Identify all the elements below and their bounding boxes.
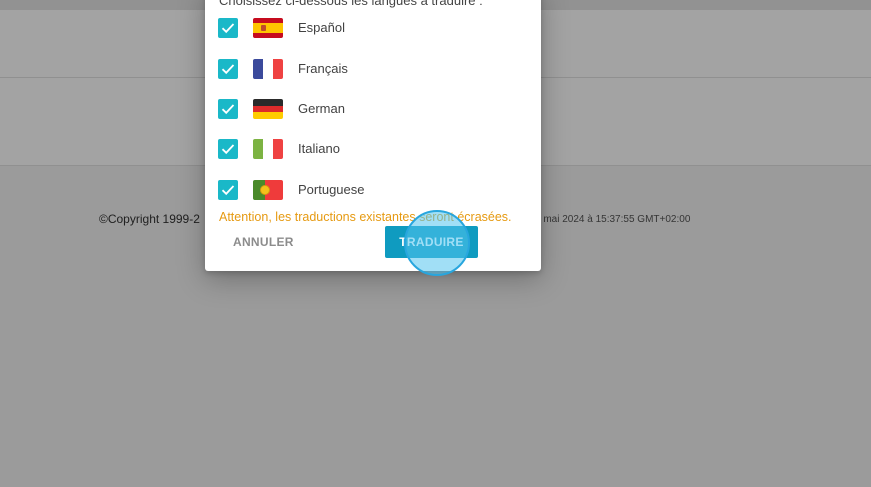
checkmark-icon — [221, 23, 235, 34]
language-row-german[interactable]: German — [218, 97, 518, 119]
translate-dialog: Choisissez ci-dessous les langues à trad… — [205, 0, 541, 271]
flag-italy-icon — [253, 139, 283, 159]
language-label-italian: Italiano — [298, 141, 340, 156]
dialog-intro-text: Choisissez ci-dessous les langues à trad… — [219, 0, 483, 8]
language-row-french[interactable]: Français — [218, 57, 518, 79]
overwrite-warning: Attention, les traductions existantes se… — [219, 210, 512, 224]
checkmark-icon — [221, 185, 235, 196]
translate-button[interactable]: TRADUIRE — [385, 226, 478, 258]
language-label-portuguese: Portuguese — [298, 182, 365, 197]
checkmark-icon — [221, 104, 235, 115]
checkmark-icon — [221, 144, 235, 155]
language-label-french: Français — [298, 61, 348, 76]
flag-germany-icon — [253, 99, 283, 119]
flag-france-icon — [253, 59, 283, 79]
language-checkbox-french[interactable] — [218, 59, 238, 79]
flag-spain-icon — [253, 18, 283, 38]
language-row-portuguese[interactable]: Portuguese — [218, 178, 518, 200]
language-checkbox-spanish[interactable] — [218, 18, 238, 38]
language-row-italian[interactable]: Italiano — [218, 137, 518, 159]
language-label-german: German — [298, 101, 345, 116]
cancel-button[interactable]: ANNULER — [225, 226, 301, 258]
language-checkbox-portuguese[interactable] — [218, 180, 238, 200]
language-checkbox-german[interactable] — [218, 99, 238, 119]
language-checkbox-italian[interactable] — [218, 139, 238, 159]
language-row-spanish[interactable]: Español — [218, 16, 518, 38]
flag-portugal-icon — [253, 180, 283, 200]
language-label-spanish: Español — [298, 20, 345, 35]
checkmark-icon — [221, 64, 235, 75]
